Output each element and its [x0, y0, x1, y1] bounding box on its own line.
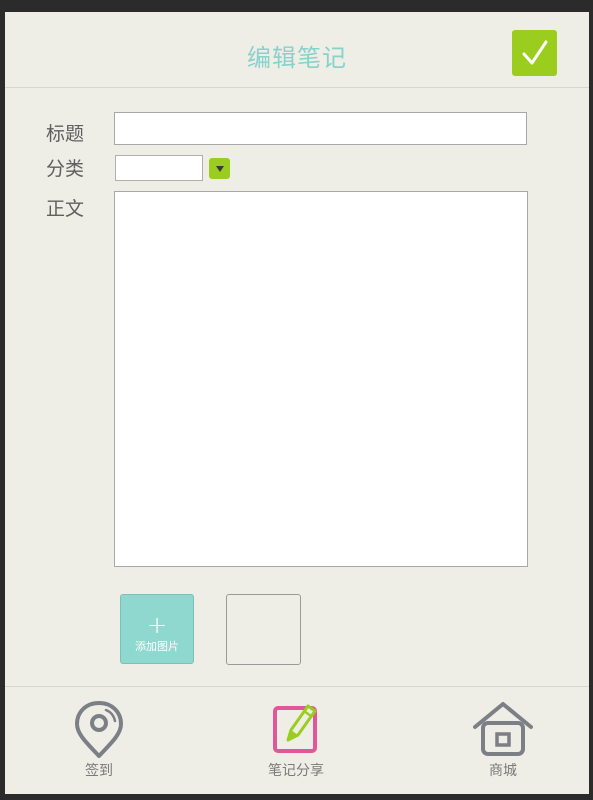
title-label: 标题	[46, 123, 85, 145]
image-slot[interactable]	[226, 594, 301, 665]
category-select[interactable]	[115, 155, 203, 181]
app-screen: 编辑笔记 标题 分类 正文 + 添加图片 签到 笔记分享 商城	[5, 12, 589, 794]
tab-mall[interactable]: 商城	[443, 700, 563, 780]
category-label: 分类	[46, 158, 85, 180]
header-bar: 编辑笔记	[5, 12, 589, 88]
triangle-down-icon	[215, 165, 224, 172]
tab-mall-label: 商城	[489, 763, 517, 779]
tab-checkin-label: 签到	[85, 763, 113, 779]
title-input[interactable]	[114, 112, 527, 145]
add-image-label: 添加图片	[135, 640, 179, 653]
tab-note-share[interactable]: 笔记分享	[236, 700, 356, 780]
edit-note-icon	[273, 704, 317, 753]
add-image-button[interactable]: + 添加图片	[120, 594, 194, 664]
category-dropdown-button[interactable]	[209, 158, 230, 179]
bottom-nav-divider	[5, 686, 589, 687]
tab-note-share-label: 笔记分享	[268, 763, 324, 779]
confirm-button[interactable]	[512, 30, 557, 76]
location-pin-icon	[75, 701, 123, 758]
plus-icon: +	[146, 611, 168, 639]
body-textarea[interactable]	[114, 191, 528, 567]
home-icon	[473, 702, 533, 756]
body-label: 正文	[46, 198, 85, 220]
tab-checkin[interactable]: 签到	[39, 700, 159, 780]
checkmark-icon	[522, 40, 547, 65]
page-title: 编辑笔记	[247, 44, 347, 72]
